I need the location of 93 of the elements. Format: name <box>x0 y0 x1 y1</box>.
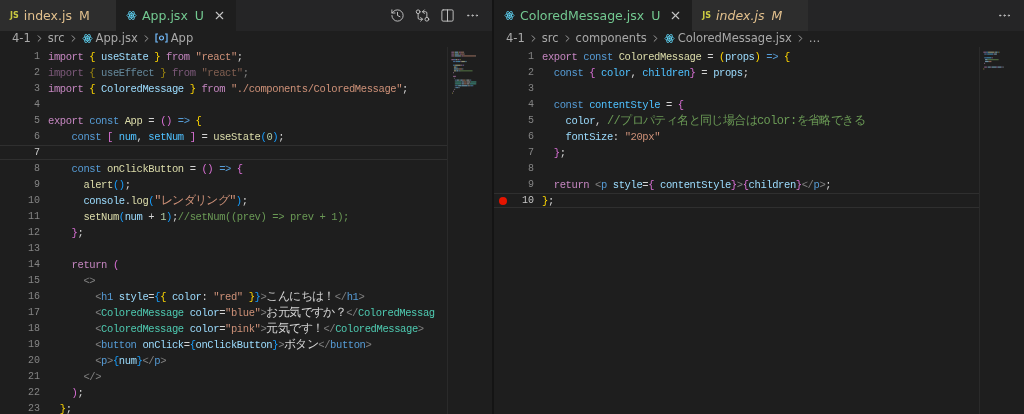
code-line: fontSize: "20px" <box>564 130 661 143</box>
code-line: import { useEffect } from "react"; <box>48 66 249 79</box>
react-icon <box>663 32 675 44</box>
code-line: <p>{num}</p> <box>94 354 167 367</box>
line-number: 7 <box>34 147 40 158</box>
code-line: const [ num, setNum ] = useState(0); <box>70 130 285 143</box>
code-line: export const ColoredMessage = (props) => { <box>542 50 790 63</box>
split-editor-icon[interactable] <box>440 8 455 23</box>
line-number: 23 <box>28 403 40 414</box>
code-line: <h1 style={{ color: "red" }}>こんにちは！</h1> <box>94 289 365 305</box>
symbol-icon <box>154 33 168 43</box>
code-line: setNum(num + 1);//setNum((prev) => prev + 1); <box>82 210 349 223</box>
code-line: return ( <box>70 258 119 271</box>
line-number: 4 <box>528 99 534 110</box>
breadcrumb-item[interactable]: 4-1 <box>12 31 31 45</box>
git-status: M <box>78 8 90 23</box>
line-number: 19 <box>28 339 40 350</box>
code-line: import { ColoredMessage } from "./components/ColoredMessage"; <box>48 82 408 95</box>
line-number: 1 <box>528 51 534 62</box>
js-file-icon: JS <box>10 11 19 20</box>
code-line: }; <box>70 226 84 239</box>
breadcrumb-item[interactable]: 4-1 <box>506 31 525 45</box>
code-line: </> <box>82 370 102 383</box>
code-line: return <p style={ contentStyle}>{children}</p>; <box>552 178 832 191</box>
line-number: 5 <box>34 115 40 126</box>
line-number: 7 <box>528 147 534 158</box>
editor-tab[interactable]: JS index.js M <box>0 0 116 31</box>
code-line: color, //プロパティ名と同じ場合はcolor:を省略できる <box>564 113 865 129</box>
breadcrumb-item[interactable]: App.jsx <box>95 31 138 45</box>
line-number: 12 <box>28 227 40 238</box>
line-number: 3 <box>528 83 534 94</box>
history-icon[interactable] <box>390 8 405 23</box>
line-number: 1 <box>34 51 40 62</box>
code-line: }; <box>552 146 566 159</box>
line-number: 2 <box>528 67 534 78</box>
code-line: console.log("レンダリング"); <box>82 193 248 209</box>
code-line: <ColoredMessage color="blue">お元気ですか？</ColoredMessag <box>94 305 435 321</box>
breadcrumb-item[interactable]: src <box>541 31 559 45</box>
line-number: 14 <box>28 259 40 270</box>
line-number: 17 <box>28 307 40 318</box>
code-line: import { useState } from "react"; <box>48 50 243 63</box>
tab-label: ColoredMessage.jsx <box>520 8 645 23</box>
breadcrumb-item[interactable]: components <box>575 31 647 45</box>
line-number: 18 <box>28 323 40 334</box>
code-line: ); <box>70 386 84 399</box>
tab-label: index.js <box>716 8 765 23</box>
line-number: 21 <box>28 371 40 382</box>
line-number: 16 <box>28 291 40 302</box>
compare-icon[interactable] <box>415 8 430 23</box>
line-number: 8 <box>528 163 534 174</box>
editor-tab[interactable]: JS index.js M <box>692 0 809 31</box>
code-line: const { color, children} = props; <box>552 66 749 79</box>
react-icon <box>81 32 93 44</box>
code-line: const onClickButton = () => { <box>70 162 243 175</box>
breadcrumb-item[interactable]: App <box>170 31 194 45</box>
react-icon <box>504 10 515 21</box>
line-number: 5 <box>528 115 534 126</box>
line-number: 13 <box>28 243 40 254</box>
git-status: U <box>651 8 661 23</box>
line-number: 15 <box>28 275 40 286</box>
line-number: 9 <box>528 179 534 190</box>
git-status: M <box>771 8 783 23</box>
git-status: U <box>194 8 204 23</box>
editor-tab[interactable]: App.jsx U <box>116 0 236 31</box>
breakpoint-dot[interactable] <box>499 197 507 205</box>
code-line: <> <box>82 274 96 287</box>
js-file-icon: JS <box>702 11 712 20</box>
code-line: <ColoredMessage color="pink">元気です！</ColoredMessage> <box>94 321 424 337</box>
code-line: <button onClick={onClickButton}>ボタン</button> <box>94 337 372 353</box>
line-number: 2 <box>34 67 40 78</box>
line-number: 22 <box>28 387 40 398</box>
code-line: alert(); <box>82 178 131 191</box>
tab-label: App.jsx <box>142 8 188 23</box>
tab-label: index.js <box>23 8 72 23</box>
code-line: export const App = () => { <box>48 114 202 127</box>
line-number: 10 <box>28 195 40 206</box>
code-line: const contentStyle = { <box>552 98 684 111</box>
line-number: 3 <box>34 83 40 94</box>
react-icon <box>126 10 137 21</box>
code-line: }; <box>58 402 72 414</box>
breadcrumb-item[interactable]: ColoredMessage.jsx <box>677 31 792 45</box>
breadcrumb-item[interactable]: … <box>808 31 821 45</box>
line-number: 20 <box>28 355 40 366</box>
line-number: 6 <box>34 131 40 142</box>
line-number: 11 <box>28 211 40 222</box>
breadcrumb-item[interactable]: src <box>47 31 65 45</box>
line-number: 6 <box>528 131 534 142</box>
line-number: 9 <box>34 179 40 190</box>
line-number: 8 <box>34 163 40 174</box>
line-number: 10 <box>522 195 534 206</box>
code-line: }; <box>542 194 554 207</box>
line-number: 4 <box>34 99 40 110</box>
editor-tab[interactable]: ColoredMessage.jsx U <box>494 0 693 31</box>
